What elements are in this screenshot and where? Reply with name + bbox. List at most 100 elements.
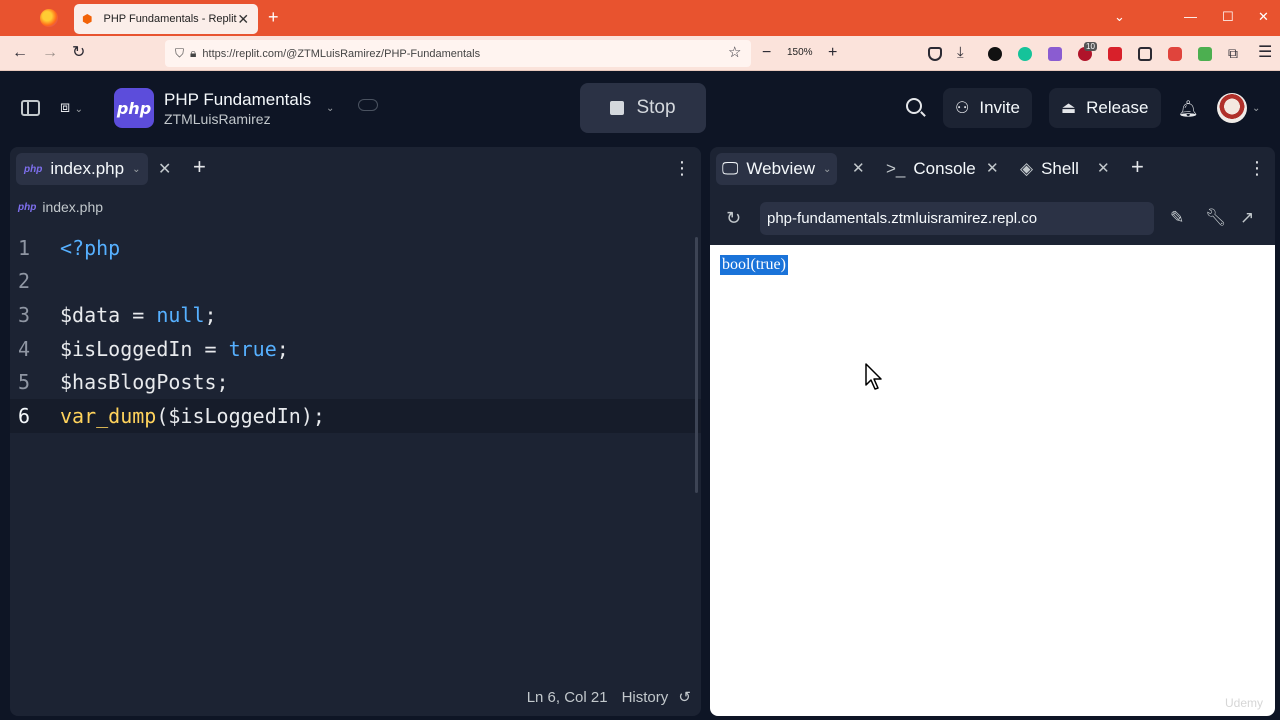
code-line[interactable]: 3 $data = null; bbox=[10, 298, 701, 332]
breadcrumb-file[interactable]: index.php bbox=[42, 199, 103, 215]
stop-button[interactable]: Stop bbox=[580, 83, 706, 133]
line-number: 4 bbox=[18, 336, 31, 361]
editor-options-icon[interactable]: ⋮ bbox=[673, 159, 691, 177]
maximize-icon[interactable]: ☐ bbox=[1222, 9, 1234, 25]
code-token: ; bbox=[216, 370, 229, 395]
zoom-in-icon[interactable]: + bbox=[828, 44, 837, 62]
close-shell-tab-icon[interactable]: ✕ bbox=[1097, 159, 1110, 177]
code-line[interactable]: 2 bbox=[10, 265, 701, 299]
avatar[interactable] bbox=[1217, 93, 1247, 123]
code-line[interactable]: 5 $hasBlogPosts; bbox=[10, 365, 701, 399]
code-text: $isLoggedIn = true; bbox=[60, 337, 289, 361]
php-file-icon: php bbox=[18, 201, 37, 213]
stop-icon bbox=[610, 101, 625, 115]
close-webview-tab-icon[interactable]: ✕ bbox=[852, 159, 865, 177]
grammarly-icon[interactable] bbox=[1018, 47, 1032, 61]
replit-header: ⧈ ⌄ php PHP Fundamentals ZTMLuisRamirez … bbox=[0, 71, 1280, 147]
extension-dark-icon[interactable] bbox=[988, 47, 1002, 61]
code-token: ; bbox=[204, 302, 217, 327]
account-chevron-icon[interactable]: ⌄ bbox=[1252, 103, 1260, 114]
code-token: true bbox=[228, 336, 277, 361]
code-token: var_dump bbox=[60, 403, 157, 428]
editor-status-bar: Ln 6, Col 21 History ↺ bbox=[527, 688, 691, 707]
project-name[interactable]: PHP Fundamentals bbox=[164, 90, 311, 110]
code-line[interactable]: 1 <?php bbox=[10, 231, 701, 265]
address-bar[interactable]: ⛉ 🔒︎ https://replit.com/@ZTMLuisRamirez/… bbox=[165, 40, 751, 67]
reader-icon[interactable] bbox=[1138, 47, 1152, 61]
project-owner[interactable]: ZTMLuisRamirez bbox=[164, 111, 271, 127]
line-number: 5 bbox=[18, 370, 31, 395]
replit-favicon-icon: ⬢ bbox=[82, 12, 93, 26]
history-button[interactable]: History ↺ bbox=[622, 688, 691, 706]
webview-toolbar: ↻ php-fundamentals.ztmluisramirez.repl.c… bbox=[710, 195, 1275, 245]
chevron-down-icon[interactable]: ⌄ bbox=[132, 164, 140, 175]
code-line[interactable]: 6 var_dump($isLoggedIn); bbox=[10, 398, 701, 433]
reload-icon[interactable]: ↻ bbox=[72, 44, 85, 62]
browser-tab-title: PHP Fundamentals - Replit bbox=[103, 13, 237, 25]
lock-icon[interactable]: 🔒︎ bbox=[190, 46, 196, 61]
extension-green-icon[interactable] bbox=[1198, 47, 1212, 61]
open-new-tab-icon[interactable]: ↗ bbox=[1240, 208, 1254, 228]
extension-red-icon[interactable] bbox=[1108, 47, 1122, 61]
release-button[interactable]: ⏏ Release bbox=[1049, 88, 1161, 128]
code-token: = bbox=[192, 336, 229, 361]
screenshot-icon[interactable] bbox=[1168, 47, 1182, 61]
editor-scrollbar[interactable] bbox=[695, 237, 698, 493]
line-number: 1 bbox=[18, 235, 31, 260]
forward-icon[interactable]: → bbox=[42, 44, 58, 62]
close-tab-icon[interactable]: ✕ bbox=[237, 11, 250, 28]
webview-frame[interactable]: bool(true) Udemy bbox=[710, 245, 1275, 716]
close-window-icon[interactable]: ✕ bbox=[1258, 9, 1269, 25]
close-console-tab-icon[interactable]: ✕ bbox=[986, 159, 999, 177]
edit-pencil-icon[interactable]: ✎ bbox=[1170, 208, 1184, 228]
extension-purple-icon[interactable] bbox=[1048, 47, 1062, 61]
downloads-icon[interactable]: ⤓ bbox=[957, 44, 964, 62]
invite-button[interactable]: ⚇ Invite bbox=[943, 88, 1032, 128]
code-token: $hasBlogPosts bbox=[60, 370, 217, 395]
notifications-bell-icon[interactable]: 🔔︎ bbox=[1178, 99, 1198, 119]
breadcrumb: php index.php bbox=[18, 199, 103, 215]
browser-tab[interactable]: ⬢ PHP Fundamentals - Replit ✕ bbox=[74, 4, 258, 34]
devtools-wrench-icon[interactable]: 🔧︎ bbox=[1205, 208, 1227, 228]
new-tab-icon[interactable]: + bbox=[268, 8, 279, 26]
tab-webview-label: Webview bbox=[746, 159, 816, 178]
code-editor[interactable]: 1 <?php 2 3 $data = null; 4 $isLoggedIn = true… bbox=[10, 231, 701, 433]
close-file-tab-icon[interactable]: ✕ bbox=[158, 159, 171, 179]
chevron-down-icon[interactable]: ⌄ bbox=[823, 164, 831, 175]
sidebar-toggle-icon[interactable] bbox=[21, 100, 40, 116]
tab-webview[interactable]: 🖵︎ Webview ⌄ bbox=[716, 153, 838, 185]
address-bar-url: https://replit.com/@ZTMLuisRamirez/PHP-F… bbox=[202, 47, 481, 60]
history-icon: ↺ bbox=[678, 689, 691, 706]
code-line[interactable]: 4 $isLoggedIn = true; bbox=[10, 332, 701, 366]
file-tab-index[interactable]: php index.php ⌄ bbox=[16, 153, 149, 185]
bookmark-star-icon[interactable]: ☆ bbox=[728, 44, 741, 62]
tab-shell[interactable]: ◈ Shell bbox=[1014, 153, 1085, 185]
cursor-position[interactable]: Ln 6, Col 21 bbox=[527, 689, 608, 706]
menu-icon[interactable]: ☰ bbox=[1258, 44, 1272, 62]
add-pane-tab-icon[interactable]: + bbox=[1131, 156, 1144, 178]
stop-label: Stop bbox=[636, 97, 676, 118]
pane-options-icon[interactable]: ⋮ bbox=[1248, 159, 1266, 177]
shield-icon[interactable]: ⛉ bbox=[175, 46, 184, 61]
zoom-out-icon[interactable]: − bbox=[762, 44, 771, 62]
webview-reload-icon[interactable]: ↻ bbox=[726, 208, 741, 229]
file-tab-label: index.php bbox=[50, 159, 125, 178]
line-number: 2 bbox=[18, 269, 31, 294]
pocket-icon[interactable] bbox=[928, 47, 942, 61]
project-logo[interactable]: php bbox=[114, 88, 154, 128]
file-tree-icon[interactable]: ⧈ ⌄ bbox=[60, 99, 83, 117]
zoom-level[interactable]: 150% bbox=[787, 47, 813, 58]
browser-tab-bar: ⬢ PHP Fundamentals - Replit ✕ + ⌄ — ☐ ✕ bbox=[0, 0, 1280, 36]
minimize-icon[interactable]: — bbox=[1184, 9, 1197, 25]
extensions-puzzle-icon[interactable]: ⧉ bbox=[1228, 44, 1238, 62]
search-icon[interactable] bbox=[906, 98, 922, 114]
firefox-logo-icon[interactable] bbox=[40, 9, 58, 27]
tab-console[interactable]: >_ Console bbox=[880, 153, 982, 185]
shell-icon: ◈ bbox=[1020, 159, 1034, 178]
project-menu-chevron-icon[interactable]: ⌄ bbox=[326, 103, 334, 114]
list-tabs-icon[interactable]: ⌄ bbox=[1114, 9, 1125, 25]
code-token: = bbox=[120, 302, 157, 327]
webview-url-field[interactable]: php-fundamentals.ztmluisramirez.repl.co bbox=[760, 202, 1154, 235]
add-tab-icon[interactable]: + bbox=[193, 156, 206, 178]
back-icon[interactable]: ← bbox=[12, 44, 28, 62]
